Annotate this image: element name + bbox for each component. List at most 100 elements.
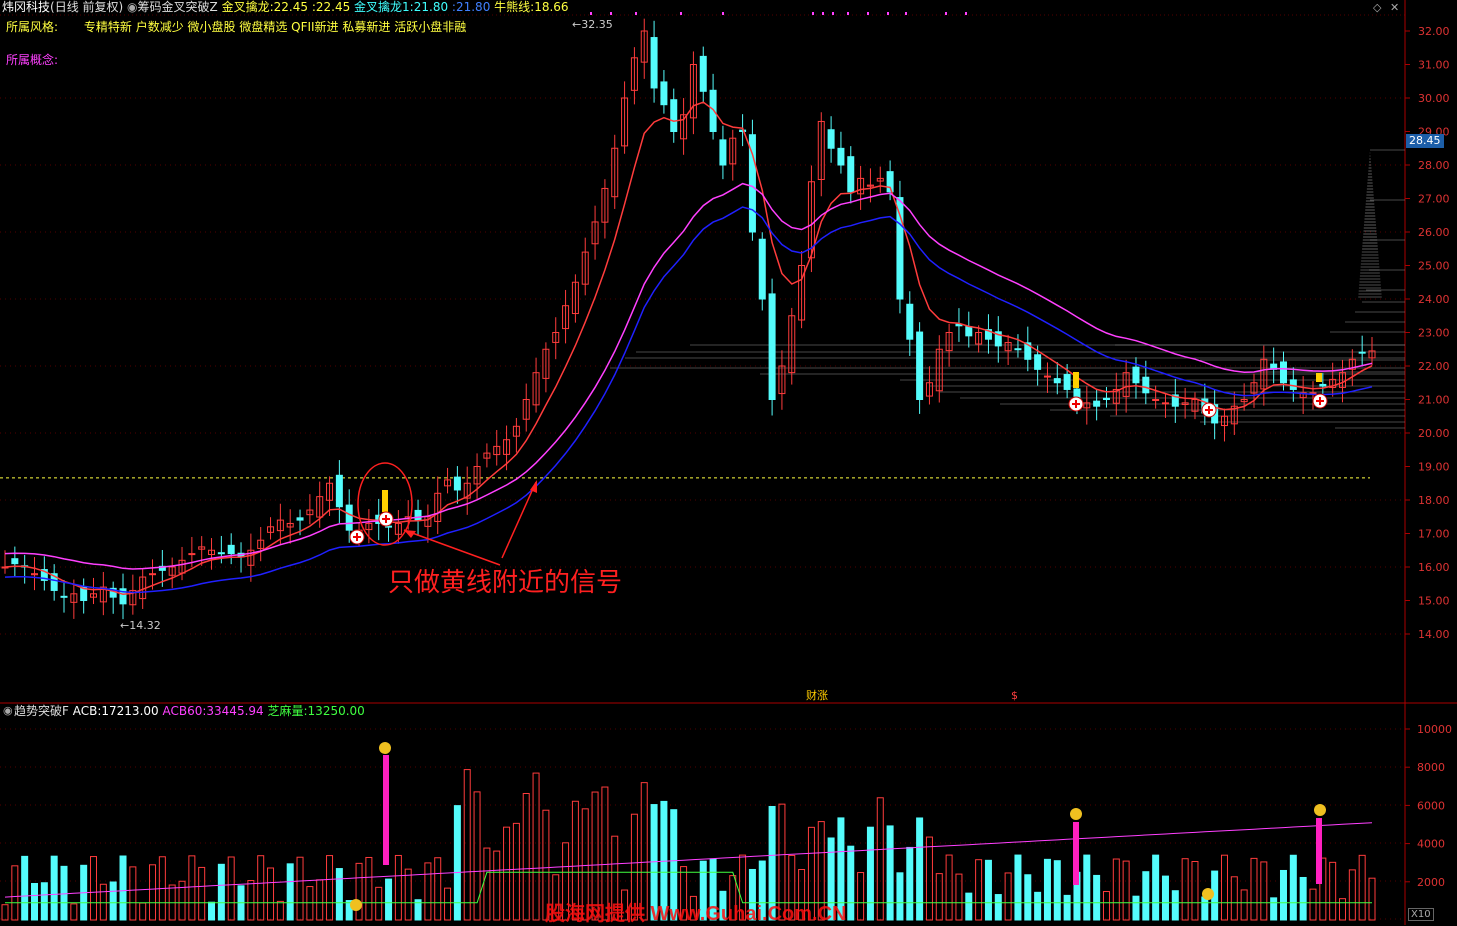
volume-bar (60, 865, 68, 921)
hdr-item-1-value: 22.45 (315, 0, 351, 14)
volume-bar (424, 862, 432, 921)
indicator-dot-icon[interactable]: ◉ (127, 0, 137, 14)
candle-body (227, 544, 235, 555)
candle-body (758, 238, 766, 300)
candle-body (1043, 375, 1051, 378)
sub-item-0-label: ACB: (72, 704, 102, 718)
volume-bar (109, 881, 117, 921)
close-icon[interactable]: ✕ (1390, 1, 1399, 14)
highlight-vol-bar (1316, 818, 1322, 884)
candle-body (837, 147, 845, 166)
candle-body (1014, 348, 1022, 351)
sub-item-2-value: 13250.00 (307, 704, 365, 718)
top-marker (635, 12, 637, 15)
volume-bar (916, 817, 924, 921)
highlight-vol-bar (383, 755, 389, 865)
candle-body (670, 99, 678, 132)
candle-body (906, 303, 914, 340)
candle-body (1102, 397, 1110, 400)
volume-bar (1122, 860, 1130, 921)
price-tick-label: 23.00 (1418, 327, 1450, 340)
volume-bar (90, 856, 98, 921)
sub-tick-label: 10000 (1417, 723, 1452, 736)
volume-bar (375, 886, 383, 921)
stock-name[interactable]: 炜冈科技 (2, 0, 50, 14)
candle-body (1053, 378, 1061, 384)
price-tick-label: 28.00 (1418, 159, 1450, 172)
volume-bar (906, 846, 914, 921)
volume-bar (1161, 875, 1169, 921)
volume-bar (1063, 894, 1071, 921)
indicator-name[interactable]: 筹码金叉突破Z (138, 0, 218, 14)
volume-bar (493, 850, 501, 921)
hdr-item-2-label: 金叉擒龙1: (354, 0, 414, 14)
volume-bar (896, 872, 904, 921)
volume-bar (1171, 890, 1179, 921)
highlight-vol-bar (1073, 822, 1079, 885)
volume-bar (473, 791, 481, 921)
volume-bar (247, 880, 255, 921)
money-bag-icon (1070, 808, 1082, 820)
signal-bar (1073, 372, 1079, 388)
volume-bar (119, 855, 127, 921)
candle-body (1152, 399, 1160, 401)
volume-bar (876, 797, 884, 921)
money-bag-icon (1202, 888, 1214, 900)
volume-bar (365, 856, 373, 921)
candle-body (650, 37, 658, 89)
candle-body (916, 331, 924, 400)
volume-bar (847, 845, 855, 921)
diamond-icon[interactable]: ◇ (1373, 1, 1381, 14)
candle-body (1034, 354, 1042, 370)
volume-bar (463, 769, 471, 921)
top-marker (867, 12, 869, 15)
volume-bar (1348, 869, 1356, 921)
concept-row: 所属概念: (6, 53, 58, 67)
sub-indicator-name[interactable]: 趋势突破F (14, 704, 69, 718)
volume-bar (1368, 877, 1376, 921)
top-marker (822, 12, 824, 15)
volume-bar (1, 904, 9, 921)
volume-bar (1358, 854, 1366, 921)
sub-dot-icon[interactable]: ◉ (3, 704, 13, 717)
volume-bar (1270, 897, 1278, 921)
volume-bar (1112, 858, 1120, 921)
volume-bar (1004, 872, 1012, 921)
candle-body (414, 509, 422, 521)
volume-bar (40, 882, 48, 921)
annotation-text: 只做黄线附近的信号 (388, 568, 623, 598)
top-marker (832, 12, 834, 15)
volume-bar (1191, 861, 1199, 921)
volume-bar (1093, 874, 1101, 921)
candle-body (345, 504, 353, 531)
volume-bar (404, 868, 412, 921)
price-tick-label: 14.00 (1418, 628, 1450, 641)
volume-bar (512, 822, 520, 921)
candle-body (1289, 379, 1297, 390)
money-bag-icon (379, 742, 391, 754)
candle-body (847, 156, 855, 193)
candle-body (739, 129, 747, 132)
volume-bar (1132, 895, 1140, 921)
candle-body (453, 476, 461, 491)
style-value: 专精特新 户数减少 微小盘股 微盘精选 QFII新进 私募新进 活跃小盘非融 (83, 20, 467, 34)
volume-bar (355, 862, 363, 921)
hdr-item-3-value: 21.80 (455, 0, 491, 14)
candle-body (149, 573, 157, 576)
volume-bar (21, 855, 29, 921)
stock-chart[interactable]: 32.0031.0030.0029.0028.0027.0026.0025.00… (0, 0, 1457, 925)
volume-bar (227, 856, 235, 921)
style-label: 所属风格: (6, 20, 59, 34)
top-marker (945, 12, 947, 15)
volume-bar (522, 792, 530, 921)
candle-body (60, 595, 68, 598)
volume-bar (434, 857, 442, 921)
volume-bar (99, 883, 107, 921)
price-tick-label: 32.00 (1418, 25, 1450, 38)
price-tick-label: 20.00 (1418, 427, 1450, 440)
volume-bar (198, 866, 206, 921)
candle-body (1142, 376, 1150, 394)
sub-item-2-label: 芝麻量: (267, 704, 308, 718)
price-tick-label: 21.00 (1418, 394, 1450, 407)
candle-body (1319, 383, 1327, 387)
